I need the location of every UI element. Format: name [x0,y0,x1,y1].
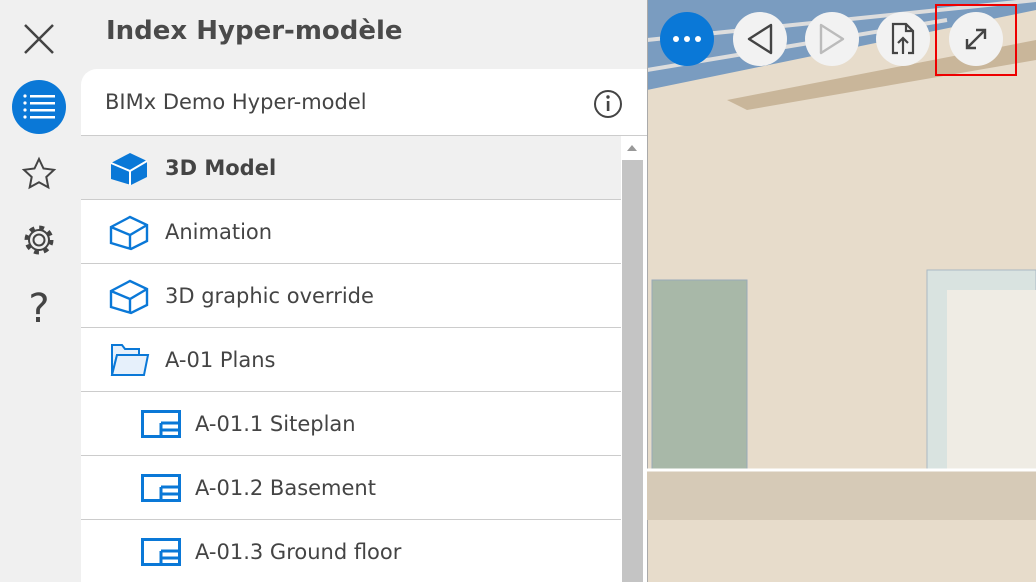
more-button[interactable] [660,12,714,66]
model-icon [109,279,149,314]
close-icon[interactable] [12,12,66,66]
list-item-a01-plans[interactable]: A-01 Plans [81,328,621,392]
model-name: BIMx Demo Hyper-model [105,90,367,114]
list-item-3d-model[interactable]: 3D Model [81,136,621,200]
list-item-ground-floor[interactable]: A-01.3 Ground floor [81,520,621,582]
list-item-siteplan[interactable]: A-01.1 Siteplan [81,392,621,456]
index-panel: Index Hyper-modèle BIMx Demo Hyper-model… [81,0,647,582]
model-header: BIMx Demo Hyper-model [81,69,647,136]
list-item-basement[interactable]: A-01.2 Basement [81,456,621,520]
gear-icon[interactable] [12,213,66,267]
scrollbar-thumb[interactable] [622,160,643,582]
scrollbar[interactable] [621,136,647,582]
back-button[interactable] [733,12,787,66]
forward-button[interactable] [805,12,859,66]
star-icon[interactable] [12,147,66,201]
scroll-up-icon[interactable] [627,145,637,151]
more-icon [673,36,701,42]
plan-icon [141,409,181,438]
forward-icon [819,23,845,55]
plan-icon [141,473,181,502]
model-filled-icon [110,152,148,185]
help-icon[interactable]: ? [12,282,66,336]
side-rail: ? [0,0,80,582]
index-list: BIMx Demo Hyper-model 3D Model Animation… [81,69,647,582]
highlight-box [935,4,1017,76]
list-icon[interactable] [12,80,66,134]
3d-viewport[interactable] [647,0,1036,582]
back-icon [747,23,773,55]
list-item-animation[interactable]: Animation [81,200,621,264]
export-icon [891,22,915,55]
list-item-3d-graphic-override[interactable]: 3D graphic override [81,264,621,328]
building-render [647,0,1036,582]
export-button[interactable] [876,12,930,66]
info-icon[interactable] [593,89,623,124]
folder-icon [110,343,150,376]
plan-icon [141,537,181,566]
page-title: Index Hyper-modèle [106,16,403,46]
model-icon [109,215,149,250]
